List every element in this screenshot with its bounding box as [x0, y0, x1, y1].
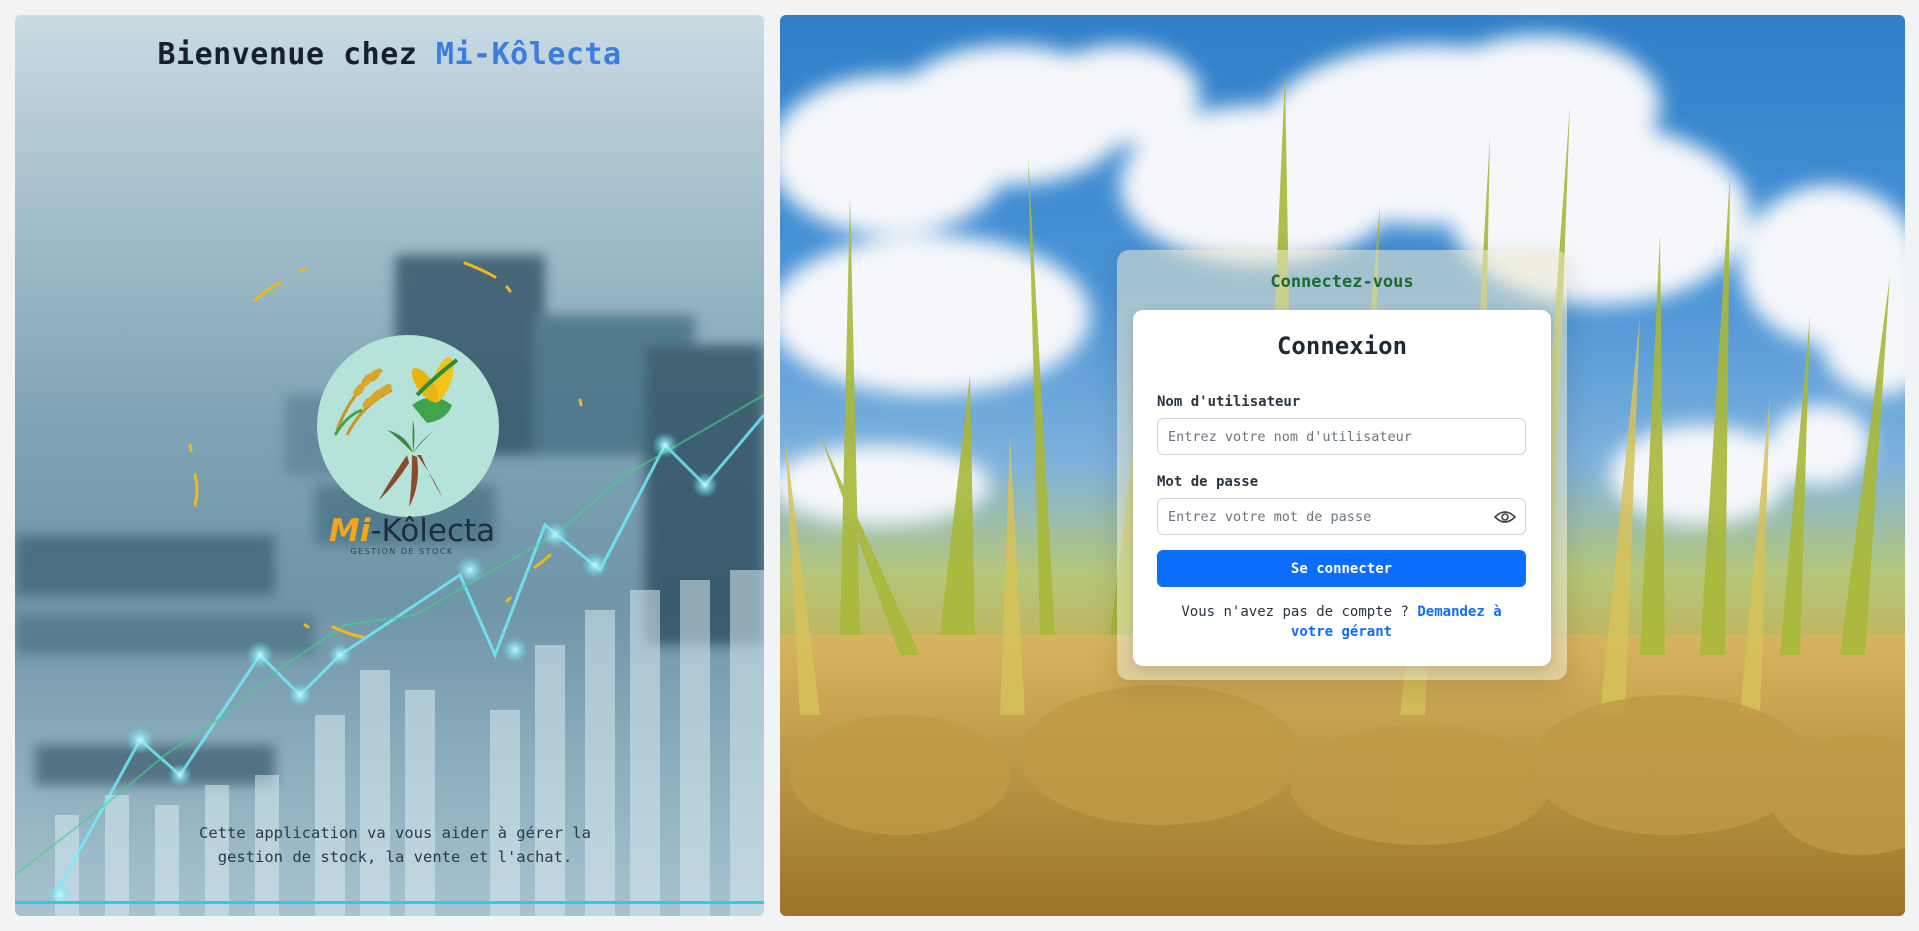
logo-wordmark-rest: -Kôlecta [370, 513, 496, 549]
logo-circle [317, 335, 499, 517]
logo-wordmark: Mi-Kôlecta [302, 513, 522, 549]
app-logo: Mi-Kôlecta GESTION DE STOCK [180, 255, 600, 675]
bottom-accent-line [15, 901, 764, 904]
signup-text: Vous n'avez pas de compte ? [1181, 604, 1418, 620]
signup-prompt: Vous n'avez pas de compte ? Demandez à v… [1157, 602, 1526, 642]
welcome-panel: Bienvenue chez Mi-Kôlecta Mi-Kôlecta GES… [15, 15, 764, 916]
login-button[interactable]: Se connecter [1157, 550, 1526, 587]
welcome-title-brand: Mi-Kôlecta [435, 37, 622, 72]
password-label: Mot de passe [1157, 474, 1259, 490]
login-panel-title: Connectez-vous [1270, 272, 1414, 292]
username-input[interactable] [1157, 418, 1526, 455]
login-glass-container: Connectez-vous Connexion Nom d'utilisate… [1117, 250, 1567, 680]
username-label: Nom d'utilisateur [1157, 394, 1301, 410]
logo-subtitle: GESTION DE STOCK [350, 547, 454, 556]
logo-wordmark-mi: Mi [328, 513, 371, 549]
welcome-title: Bienvenue chez Mi-Kôlecta [15, 37, 764, 72]
login-panel: Connectez-vous Connexion Nom d'utilisate… [780, 15, 1905, 916]
login-card-title: Connexion [1276, 332, 1408, 360]
login-form: Connexion Nom d'utilisateur Mot de passe… [1133, 310, 1551, 666]
welcome-title-prefix: Bienvenue chez [157, 37, 436, 72]
eye-icon[interactable] [1493, 509, 1517, 525]
crops-icon [333, 357, 459, 507]
password-input[interactable] [1157, 498, 1526, 535]
app-description: Cette application va vous aider à gérer … [199, 824, 591, 866]
